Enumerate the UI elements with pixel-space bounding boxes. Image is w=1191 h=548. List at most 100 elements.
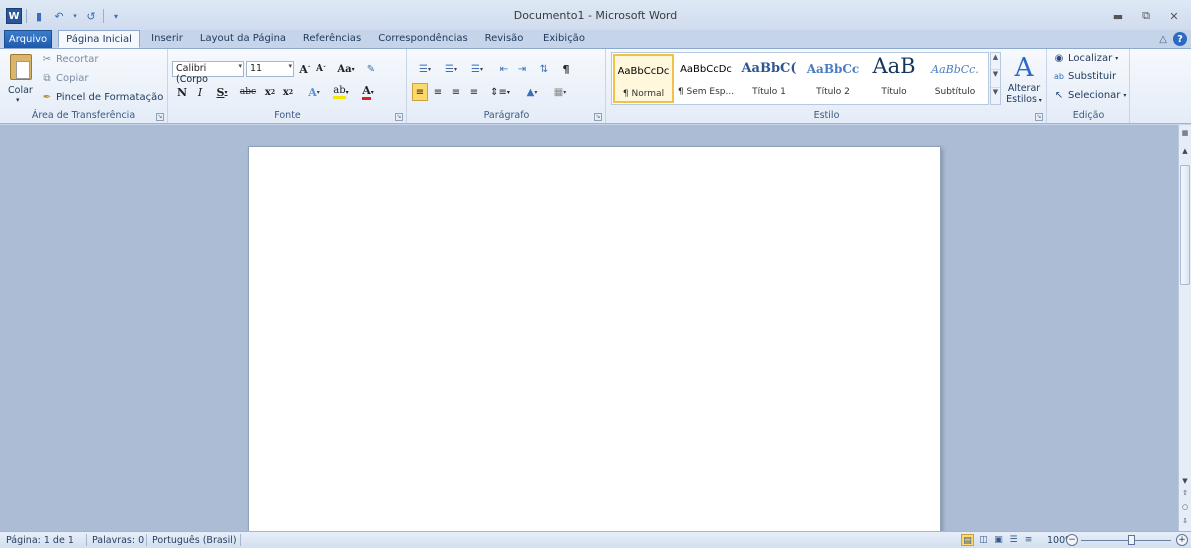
close-icon[interactable]: ✕	[1163, 8, 1185, 24]
underline-button[interactable]: S ▾	[211, 83, 233, 101]
tab-page-layout[interactable]: Layout da Página	[196, 30, 290, 48]
align-right-icon[interactable]: ≡	[448, 83, 464, 101]
tab-home[interactable]: Página Inicial	[58, 30, 140, 48]
web-layout-icon[interactable]: ▣	[992, 534, 1005, 546]
decrease-indent-icon[interactable]: ⇤	[496, 60, 512, 78]
minimize-icon[interactable]: ▬	[1107, 8, 1129, 24]
tab-insert[interactable]: Inserir	[146, 30, 188, 48]
change-styles-button[interactable]: A Alterar Estilos ▾	[1005, 53, 1043, 105]
browse-object-icon[interactable]: ○	[1179, 501, 1191, 513]
change-styles-icon: A	[1014, 53, 1034, 83]
gallery-more-icon[interactable]: ▼	[991, 88, 1000, 104]
style-no-spacing[interactable]: AaBbCcDc ¶ Sem Esp...	[676, 54, 736, 103]
print-layout-icon[interactable]: ▤	[961, 534, 974, 546]
zoom-in-icon[interactable]: +	[1176, 534, 1188, 546]
align-left-icon[interactable]: ≡	[412, 83, 428, 101]
superscript-button[interactable]: x2	[281, 83, 295, 101]
copy-label: Copiar	[56, 73, 89, 84]
font-dialog-launcher-icon[interactable]: ↘	[395, 113, 403, 121]
scroll-up-icon[interactable]: ▲	[1179, 145, 1191, 157]
tab-mailings[interactable]: Correspondências	[372, 30, 474, 48]
borders-icon[interactable]: ▦ ▾	[548, 83, 572, 101]
previous-page-icon[interactable]: ⇧	[1179, 487, 1191, 499]
tab-file[interactable]: Arquivo	[4, 30, 52, 48]
style-heading-1[interactable]: AaBbC( Título 1	[738, 54, 800, 103]
find-button[interactable]: ◉ Localizar ▾	[1052, 53, 1119, 64]
gallery-down-icon[interactable]: ▼	[991, 70, 1000, 88]
zoom-slider[interactable]	[1081, 540, 1171, 541]
paragraph-dialog-launcher-icon[interactable]: ↘	[594, 113, 602, 121]
paste-button[interactable]: Colar ▾	[0, 49, 40, 107]
highlight-button[interactable]: ab ▾	[329, 83, 353, 101]
find-label: Localizar	[1068, 53, 1113, 64]
ribbon-right-controls: △ ?	[1159, 32, 1187, 46]
bold-button[interactable]: N	[175, 83, 189, 101]
italic-button[interactable]: I	[193, 83, 207, 101]
style-preview: AaBbCcDc	[680, 64, 732, 75]
numbering-icon[interactable]: ☰ ▾	[440, 60, 462, 78]
increase-indent-icon[interactable]: ⇥	[514, 60, 530, 78]
minimize-ribbon-icon[interactable]: △	[1159, 34, 1167, 45]
clear-formatting-icon[interactable]: ✎	[363, 60, 379, 78]
paintbrush-icon: ✒	[42, 92, 52, 103]
word-count[interactable]: Palavras: 0	[92, 535, 144, 546]
replace-button[interactable]: ab Substituir	[1052, 71, 1116, 82]
restore-icon[interactable]: ⧉	[1135, 8, 1157, 24]
clipboard-dialog-launcher-icon[interactable]: ↘	[156, 113, 164, 121]
font-size-value: 11	[250, 63, 263, 74]
tab-review[interactable]: Revisão	[480, 30, 528, 48]
help-icon[interactable]: ?	[1173, 32, 1187, 46]
outline-icon[interactable]: ☰	[1007, 534, 1020, 546]
scroll-down-icon[interactable]: ▼	[1179, 475, 1191, 487]
vertical-scrollbar[interactable]: ▦ ▲ ▼ ⇧ ○ ⇩	[1178, 125, 1191, 531]
line-spacing-icon[interactable]: ⇕≡ ▾	[488, 83, 512, 101]
select-label: Selecionar	[1068, 90, 1121, 101]
next-page-icon[interactable]: ⇩	[1179, 515, 1191, 527]
change-case-button[interactable]: Aa ▾	[335, 60, 357, 78]
text-effects-button[interactable]: A ▾	[303, 83, 325, 101]
document-page[interactable]	[248, 146, 941, 536]
paste-icon	[10, 54, 32, 80]
cut-button[interactable]: ✂ Recortar	[40, 54, 99, 65]
font-size-combo[interactable]: 11 ▾	[246, 61, 294, 77]
zoom-out-icon[interactable]: −	[1066, 534, 1078, 546]
justify-icon[interactable]: ≡	[466, 83, 482, 101]
align-center-icon[interactable]: ≡	[430, 83, 446, 101]
font-name-combo[interactable]: Calibri (Corpo ▾	[172, 61, 244, 85]
shading-icon[interactable]: ▲ ▾	[520, 83, 544, 101]
page-count[interactable]: Página: 1 de 1	[6, 535, 74, 546]
sort-icon[interactable]: ⇅	[536, 60, 552, 78]
copy-button[interactable]: ⧉ Copiar	[40, 73, 88, 84]
draft-icon[interactable]: ≡	[1022, 534, 1035, 546]
style-name: Título 2	[816, 87, 850, 97]
subscript-button[interactable]: x2	[263, 83, 277, 101]
select-button[interactable]: ↖ Selecionar ▾	[1052, 90, 1127, 101]
copy-icon: ⧉	[43, 73, 51, 84]
style-normal[interactable]: AaBbCcDc ¶ Normal	[613, 54, 674, 103]
zoom-slider-thumb[interactable]	[1128, 535, 1135, 545]
full-screen-reading-icon[interactable]: ◫	[977, 534, 990, 546]
scissors-icon: ✂	[42, 54, 52, 65]
shrink-font-button[interactable]: Aˇ	[314, 60, 328, 78]
font-color-button[interactable]: A ▾	[357, 83, 379, 101]
ruler-toggle-icon[interactable]: ▦	[1179, 127, 1191, 139]
gallery-up-icon[interactable]: ▲	[991, 53, 1000, 71]
grow-font-button[interactable]: Aˆ	[298, 60, 312, 78]
multilevel-list-icon[interactable]: ☰ ▾	[466, 60, 488, 78]
style-subtitle[interactable]: AaBbCc. Subtítulo	[924, 54, 986, 103]
bullets-icon[interactable]: ☰ ▾	[414, 60, 436, 78]
language-indicator[interactable]: Português (Brasil)	[152, 535, 237, 546]
strikethrough-button[interactable]: abc	[237, 83, 259, 101]
tab-references[interactable]: Referências	[298, 30, 366, 48]
chevron-down-icon: ▾	[238, 62, 242, 70]
scroll-thumb[interactable]	[1180, 165, 1190, 285]
style-name: Título 1	[752, 87, 786, 97]
format-painter-button[interactable]: ✒ Pincel de Formatação	[40, 92, 164, 103]
show-formatting-marks-icon[interactable]: ¶	[558, 60, 574, 78]
tab-view[interactable]: Exibição	[538, 30, 590, 48]
style-title[interactable]: AaB Título	[866, 54, 922, 103]
style-heading-2[interactable]: AaBbCc Título 2	[802, 54, 864, 103]
font-group: Calibri (Corpo ▾ 11 ▾ Aˆ Aˇ Aa ▾ ✎ N I S ▾…	[169, 49, 407, 123]
styles-dialog-launcher-icon[interactable]: ↘	[1035, 113, 1043, 121]
document-area	[0, 125, 1178, 536]
